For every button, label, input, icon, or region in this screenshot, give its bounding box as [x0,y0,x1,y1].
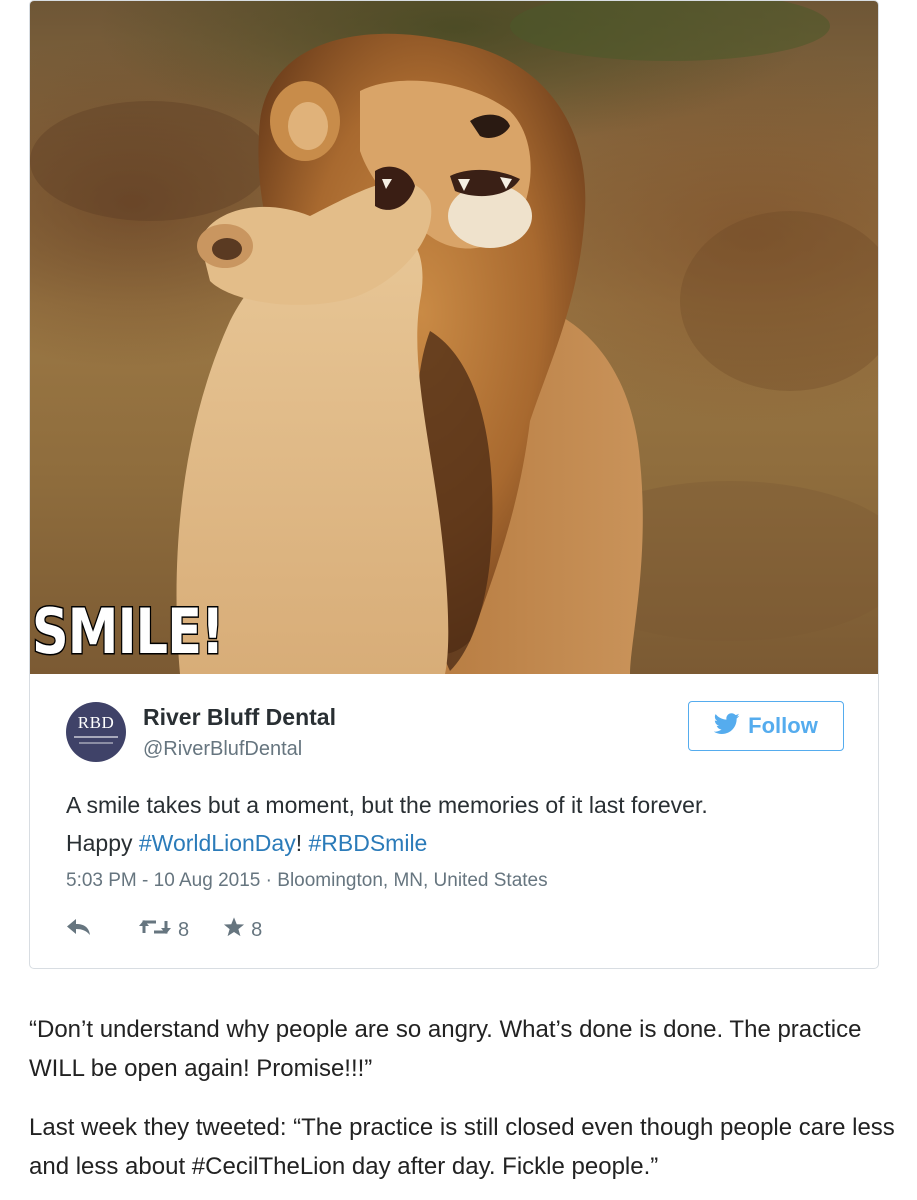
tweet-location[interactable]: Bloomington, MN, United States [277,870,547,891]
meta-separator: · [260,870,278,891]
tweet-metadata: 5:03 PM - 10 Aug 2015 · Bloomington, MN,… [66,870,548,892]
avatar-logo-text: RBD [77,713,115,732]
article-paragraph: “Don’t understand why people are so angr… [29,1016,862,1082]
favorite-button[interactable]: 8 [223,916,262,944]
tweet-actions: 8 8 [66,915,262,945]
avatar-logo-line [74,736,118,738]
reply-button[interactable] [66,917,92,943]
tweet-text-line: Happy #WorldLionDay! #RBDSmile [66,824,856,862]
retweet-button[interactable]: 8 [138,917,189,943]
user-handle[interactable]: @RiverBlufDental [143,738,302,761]
hashtag-link-rbdsmile[interactable]: #RBDSmile [308,830,427,856]
tweet-timestamp[interactable]: 5:03 PM - 10 Aug 2015 [66,870,260,891]
reply-icon [66,917,92,943]
tweet-text: A smile takes but a moment, but the memo… [66,786,856,862]
page: SMILE! RBD River Bluff Dental @RiverBluf… [0,0,917,1200]
follow-button[interactable]: Follow [688,701,844,751]
avatar-logo-line [79,742,113,744]
photo-caption: SMILE! [31,595,226,668]
tweet-text-fragment: ! [295,830,309,856]
follow-label: Follow [748,713,818,738]
star-icon [223,916,245,944]
twitter-bird-icon [713,712,740,740]
favorite-count: 8 [251,918,263,941]
embedded-tweet: SMILE! RBD River Bluff Dental @RiverBluf… [29,0,879,969]
retweet-count: 8 [178,918,190,941]
display-name[interactable]: River Bluff Dental [143,704,336,731]
tweet-text-line: A smile takes but a moment, but the memo… [66,792,708,818]
retweet-icon [138,917,172,943]
article-body: “Don’t understand why people are so angr… [29,1010,899,1200]
hashtag-link-worldlionday[interactable]: #WorldLionDay [139,830,296,856]
article-paragraph: Last week they tweeted: “The practice is… [29,1114,895,1180]
tweet-photo[interactable]: SMILE! [30,1,878,674]
tweet-text-fragment: Happy [66,830,139,856]
lion-illustration [30,1,878,674]
avatar[interactable]: RBD [66,702,126,762]
